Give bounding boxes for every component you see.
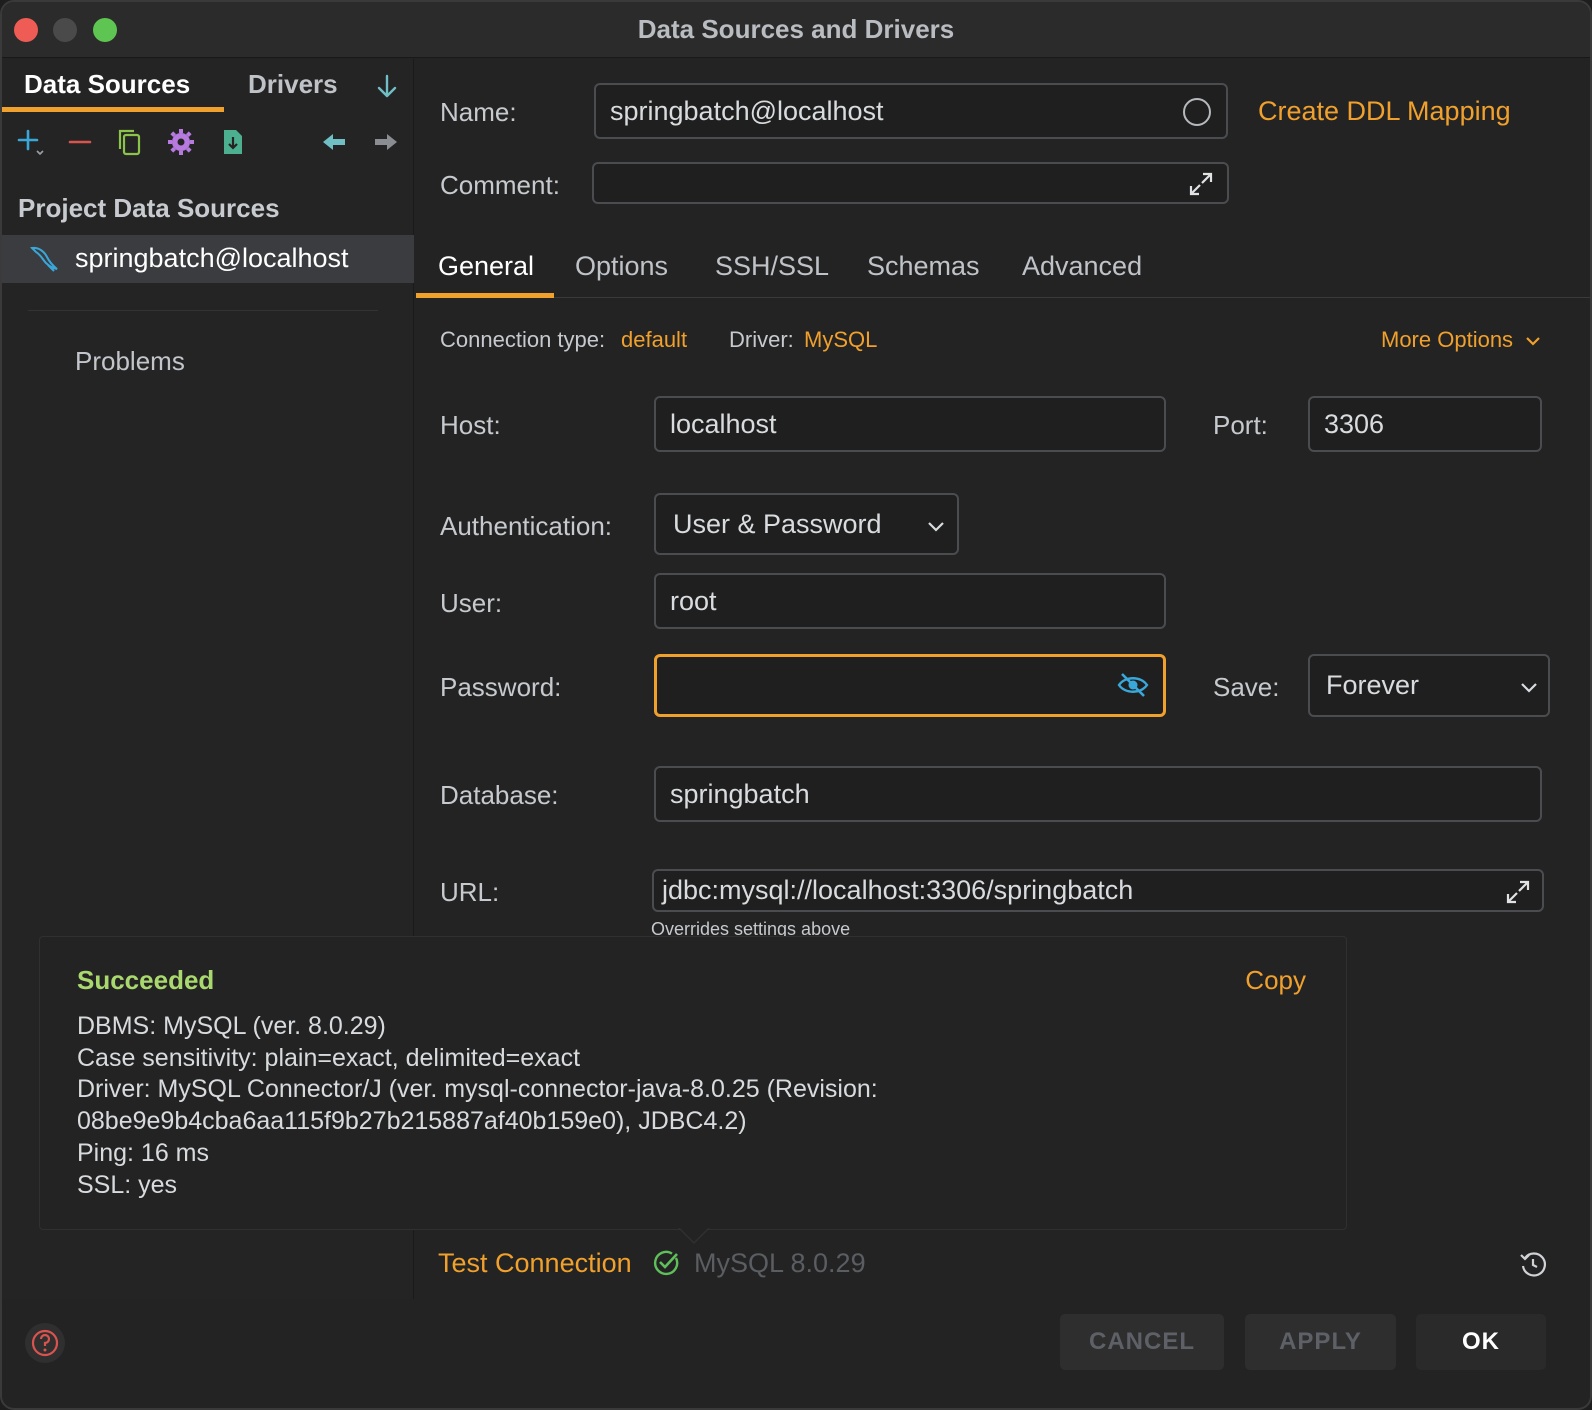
driver-link[interactable]: MySQL [804, 327, 877, 353]
add-icon[interactable] [16, 127, 46, 157]
port-label: Port: [1213, 410, 1268, 440]
sidebar-item-problems[interactable]: Problems [75, 346, 185, 377]
save-select[interactable]: Forever [1308, 654, 1550, 717]
settings-icon[interactable] [166, 127, 196, 157]
driver-label: Driver: [729, 327, 794, 352]
name-value: springbatch@localhost [610, 95, 884, 126]
password-field[interactable] [654, 654, 1166, 717]
test-result-text: MySQL 8.0.29 [694, 1248, 866, 1278]
chevron-down-icon [1521, 683, 1537, 693]
name-label: Name: [440, 97, 517, 127]
authentication-select[interactable]: User & Password [654, 493, 959, 555]
database-label: Database: [440, 780, 559, 810]
tab-data-sources[interactable]: Data Sources [24, 69, 190, 100]
database-field[interactable]: springbatch [654, 766, 1542, 822]
eye-slash-icon[interactable] [1117, 671, 1149, 699]
check-circle-icon [654, 1250, 679, 1276]
name-field[interactable]: springbatch@localhost [594, 83, 1228, 139]
chevron-down-icon [928, 522, 944, 532]
url-value: jdbc:mysql://localhost:3306/springbatch [662, 875, 1134, 905]
separator [28, 310, 378, 311]
arrow-down-icon[interactable] [374, 73, 400, 101]
window-title: Data Sources and Drivers [637, 14, 955, 44]
tab-general[interactable]: General [438, 251, 534, 282]
save-label: Save: [1213, 672, 1280, 702]
result-line: SSL: yes [77, 1170, 178, 1199]
database-value: springbatch [670, 778, 810, 809]
result-line: 08be9e9b4cba6aa115f9b27b215887af40b159e0… [77, 1107, 747, 1136]
history-icon[interactable] [1518, 1249, 1548, 1279]
user-field[interactable]: root [654, 573, 1166, 629]
title-bar: Data Sources and Drivers [2, 2, 1590, 58]
tab-ssh-ssl[interactable]: SSH/SSL [715, 251, 829, 282]
result-line: DBMS: MySQL (ver. 8.0.29) [77, 1012, 386, 1040]
color-circle-icon[interactable] [1182, 97, 1212, 127]
authentication-label: Authentication: [440, 511, 613, 541]
url-label: URL: [440, 877, 500, 907]
data-sources-dialog: Data Sources and Drivers Data Sources Dr… [0, 0, 1592, 1410]
sidebar-item-label: springbatch@localhost [75, 243, 349, 273]
mysql-dolphin-icon [29, 246, 58, 272]
remove-icon[interactable] [66, 127, 96, 157]
status-text: Succeeded [77, 965, 215, 995]
ok-button[interactable]: OK [1416, 1314, 1546, 1370]
popup-pointer-inner [679, 1227, 709, 1242]
sidebar-item-springbatch[interactable]: springbatch@localhost [2, 235, 414, 283]
authentication-value: User & Password [673, 508, 882, 539]
expand-icon[interactable] [1504, 878, 1532, 906]
host-field[interactable]: localhost [654, 396, 1166, 452]
chevron-down-icon [1526, 337, 1540, 346]
connection-type-link[interactable]: default [621, 327, 687, 353]
tab-drivers[interactable]: Drivers [248, 69, 338, 100]
forward-icon[interactable] [370, 127, 400, 157]
copy-link[interactable]: Copy [1245, 965, 1306, 996]
help-icon[interactable] [24, 1322, 66, 1364]
host-label: Host: [440, 410, 501, 440]
port-value: 3306 [1324, 408, 1385, 439]
active-tab-indicator [2, 107, 224, 112]
url-field[interactable]: jdbc:mysql://localhost:3306/springbatch [652, 869, 1544, 912]
tab-options[interactable]: Options [575, 251, 668, 282]
port-field[interactable]: 3306 [1308, 396, 1542, 452]
import-icon[interactable] [218, 127, 248, 157]
active-tab-indicator [416, 293, 554, 298]
connection-type-label: Connection type: [440, 327, 606, 352]
more-options-label: More Options [1381, 327, 1514, 352]
back-icon[interactable] [320, 127, 350, 157]
expand-icon[interactable] [1187, 170, 1215, 198]
result-details: DBMS: MySQL (ver. 8.0.29) Case sensitivi… [77, 1011, 878, 1201]
result-line: Driver: MySQL Connector/J (ver. mysql-co… [77, 1075, 878, 1104]
host-value: localhost [670, 408, 777, 439]
result-line: Ping: 16 ms [77, 1138, 210, 1167]
user-value: root [670, 585, 717, 616]
tab-advanced[interactable]: Advanced [1022, 251, 1142, 282]
comment-field[interactable] [592, 162, 1229, 204]
comment-label: Comment: [440, 170, 560, 200]
apply-button[interactable]: APPLY [1245, 1314, 1396, 1370]
save-value: Forever [1326, 670, 1420, 700]
result-line: Case sensitivity: plain=exact, delimited… [77, 1043, 581, 1072]
project-data-sources-header: Project Data Sources [18, 193, 280, 223]
user-label: User: [440, 588, 503, 618]
tab-schemas[interactable]: Schemas [867, 251, 980, 282]
cancel-button[interactable]: CANCEL [1060, 1314, 1224, 1370]
test-connection-link[interactable]: Test Connection [438, 1248, 632, 1279]
more-options-link[interactable]: More Options [1381, 327, 1541, 353]
create-ddl-mapping-link[interactable]: Create DDL Mapping [1258, 96, 1511, 127]
tabs-border [416, 297, 1590, 298]
test-result-popup: Succeeded Copy DBMS: MySQL (ver. 8.0.29)… [39, 936, 1347, 1230]
password-label: Password: [440, 672, 562, 702]
duplicate-icon[interactable] [115, 127, 145, 157]
